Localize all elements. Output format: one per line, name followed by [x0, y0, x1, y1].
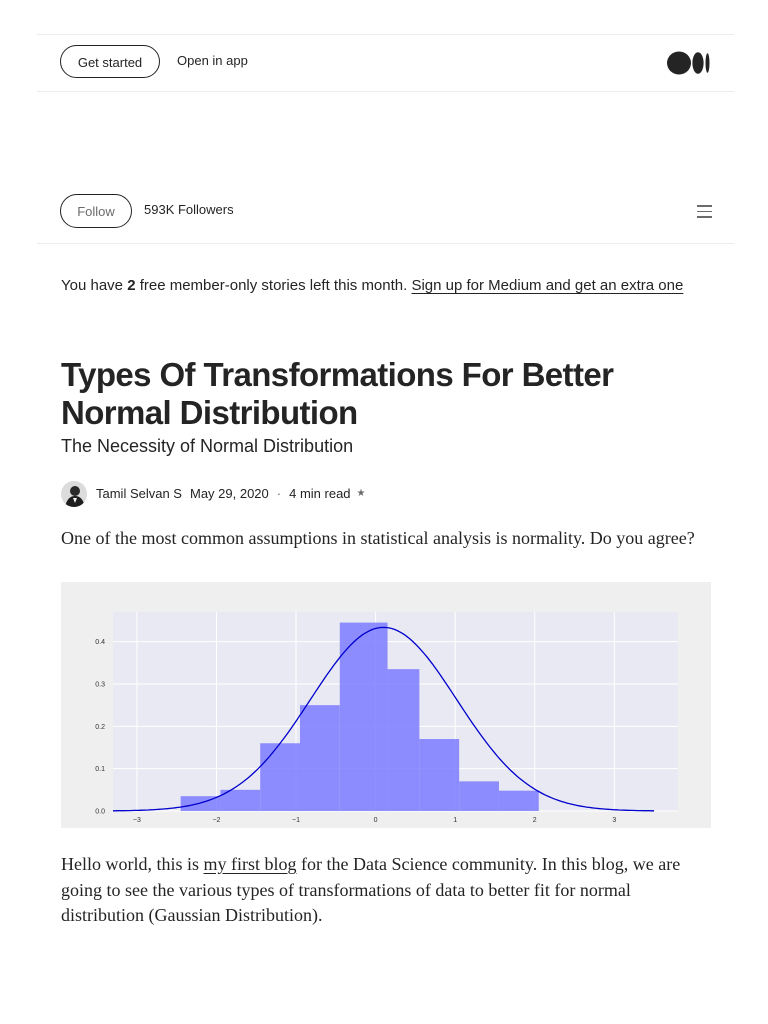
y-tick-label: 0.2	[95, 724, 105, 731]
publish-date: May 29, 2020	[189, 486, 269, 501]
signup-link[interactable]: Sign up for Medium and get an extra one	[411, 277, 683, 294]
histogram-bar	[260, 743, 301, 811]
histogram-chart: −3 −2 −1 0 1 2 3 0.0 0.1 0.2 0.3 0.4	[95, 612, 678, 824]
intro-paragraph: One of the most common assumptions in st…	[61, 528, 695, 548]
hamburger-menu-icon[interactable]	[697, 205, 712, 222]
publication-bar: Follow 593K Followers	[37, 180, 734, 244]
histogram-figure: −3 −2 −1 0 1 2 3 0.0 0.1 0.2 0.3 0.4	[61, 582, 711, 828]
y-tick-label: 0.1	[95, 766, 105, 773]
article-meta: Tamil Selvan S May 29, 2020 · 4 min read…	[61, 480, 366, 507]
x-tick-label: −2	[212, 817, 220, 824]
medium-logo-icon[interactable]	[667, 51, 711, 75]
notice-middle: free member-only stories left this month…	[135, 277, 412, 294]
x-tick-label: 2	[533, 817, 537, 824]
article-subtitle: The Necessity of Normal Distribution	[61, 436, 354, 456]
histogram-bar	[459, 781, 499, 811]
member-star-icon: ★	[356, 488, 366, 499]
y-tick-label: 0.0	[95, 809, 105, 816]
author-avatar[interactable]	[61, 480, 87, 507]
first-blog-link[interactable]: my first blog	[204, 854, 297, 874]
member-notice: You have 2 free member-only stories left…	[61, 277, 683, 294]
follow-button[interactable]: Follow	[60, 194, 132, 228]
y-tick-label: 0.3	[95, 681, 105, 688]
article-title: Types Of Transformations For Better Norm…	[61, 356, 614, 431]
histogram-bar	[498, 790, 539, 811]
body-text-start: Hello world, this is	[61, 854, 204, 874]
read-time: 4 min read	[289, 486, 351, 501]
x-tick-label: 1	[453, 817, 457, 824]
x-tick-label: 0	[374, 817, 378, 824]
x-tick-label: −1	[292, 817, 300, 824]
top-bar: Get started Open in app	[37, 34, 734, 92]
x-tick-label: 3	[612, 817, 616, 824]
meta-separator: ·	[276, 486, 282, 501]
get-started-button[interactable]: Get started	[60, 45, 160, 78]
body-paragraph: Hello world, this is my first blog for t…	[61, 852, 711, 929]
followers-count: 593K Followers	[144, 202, 234, 217]
x-tick-label: −3	[133, 817, 141, 824]
author-name[interactable]: Tamil Selvan S	[96, 486, 182, 501]
histogram-bar	[339, 622, 388, 811]
histogram-bar	[300, 705, 340, 811]
stories-left-count: 2	[127, 277, 136, 294]
notice-prefix: You have	[61, 277, 128, 294]
y-tick-label: 0.4	[95, 639, 105, 646]
histogram-bar	[419, 739, 460, 811]
histogram-bar	[387, 669, 420, 811]
open-in-app-link[interactable]: Open in app	[177, 53, 248, 68]
